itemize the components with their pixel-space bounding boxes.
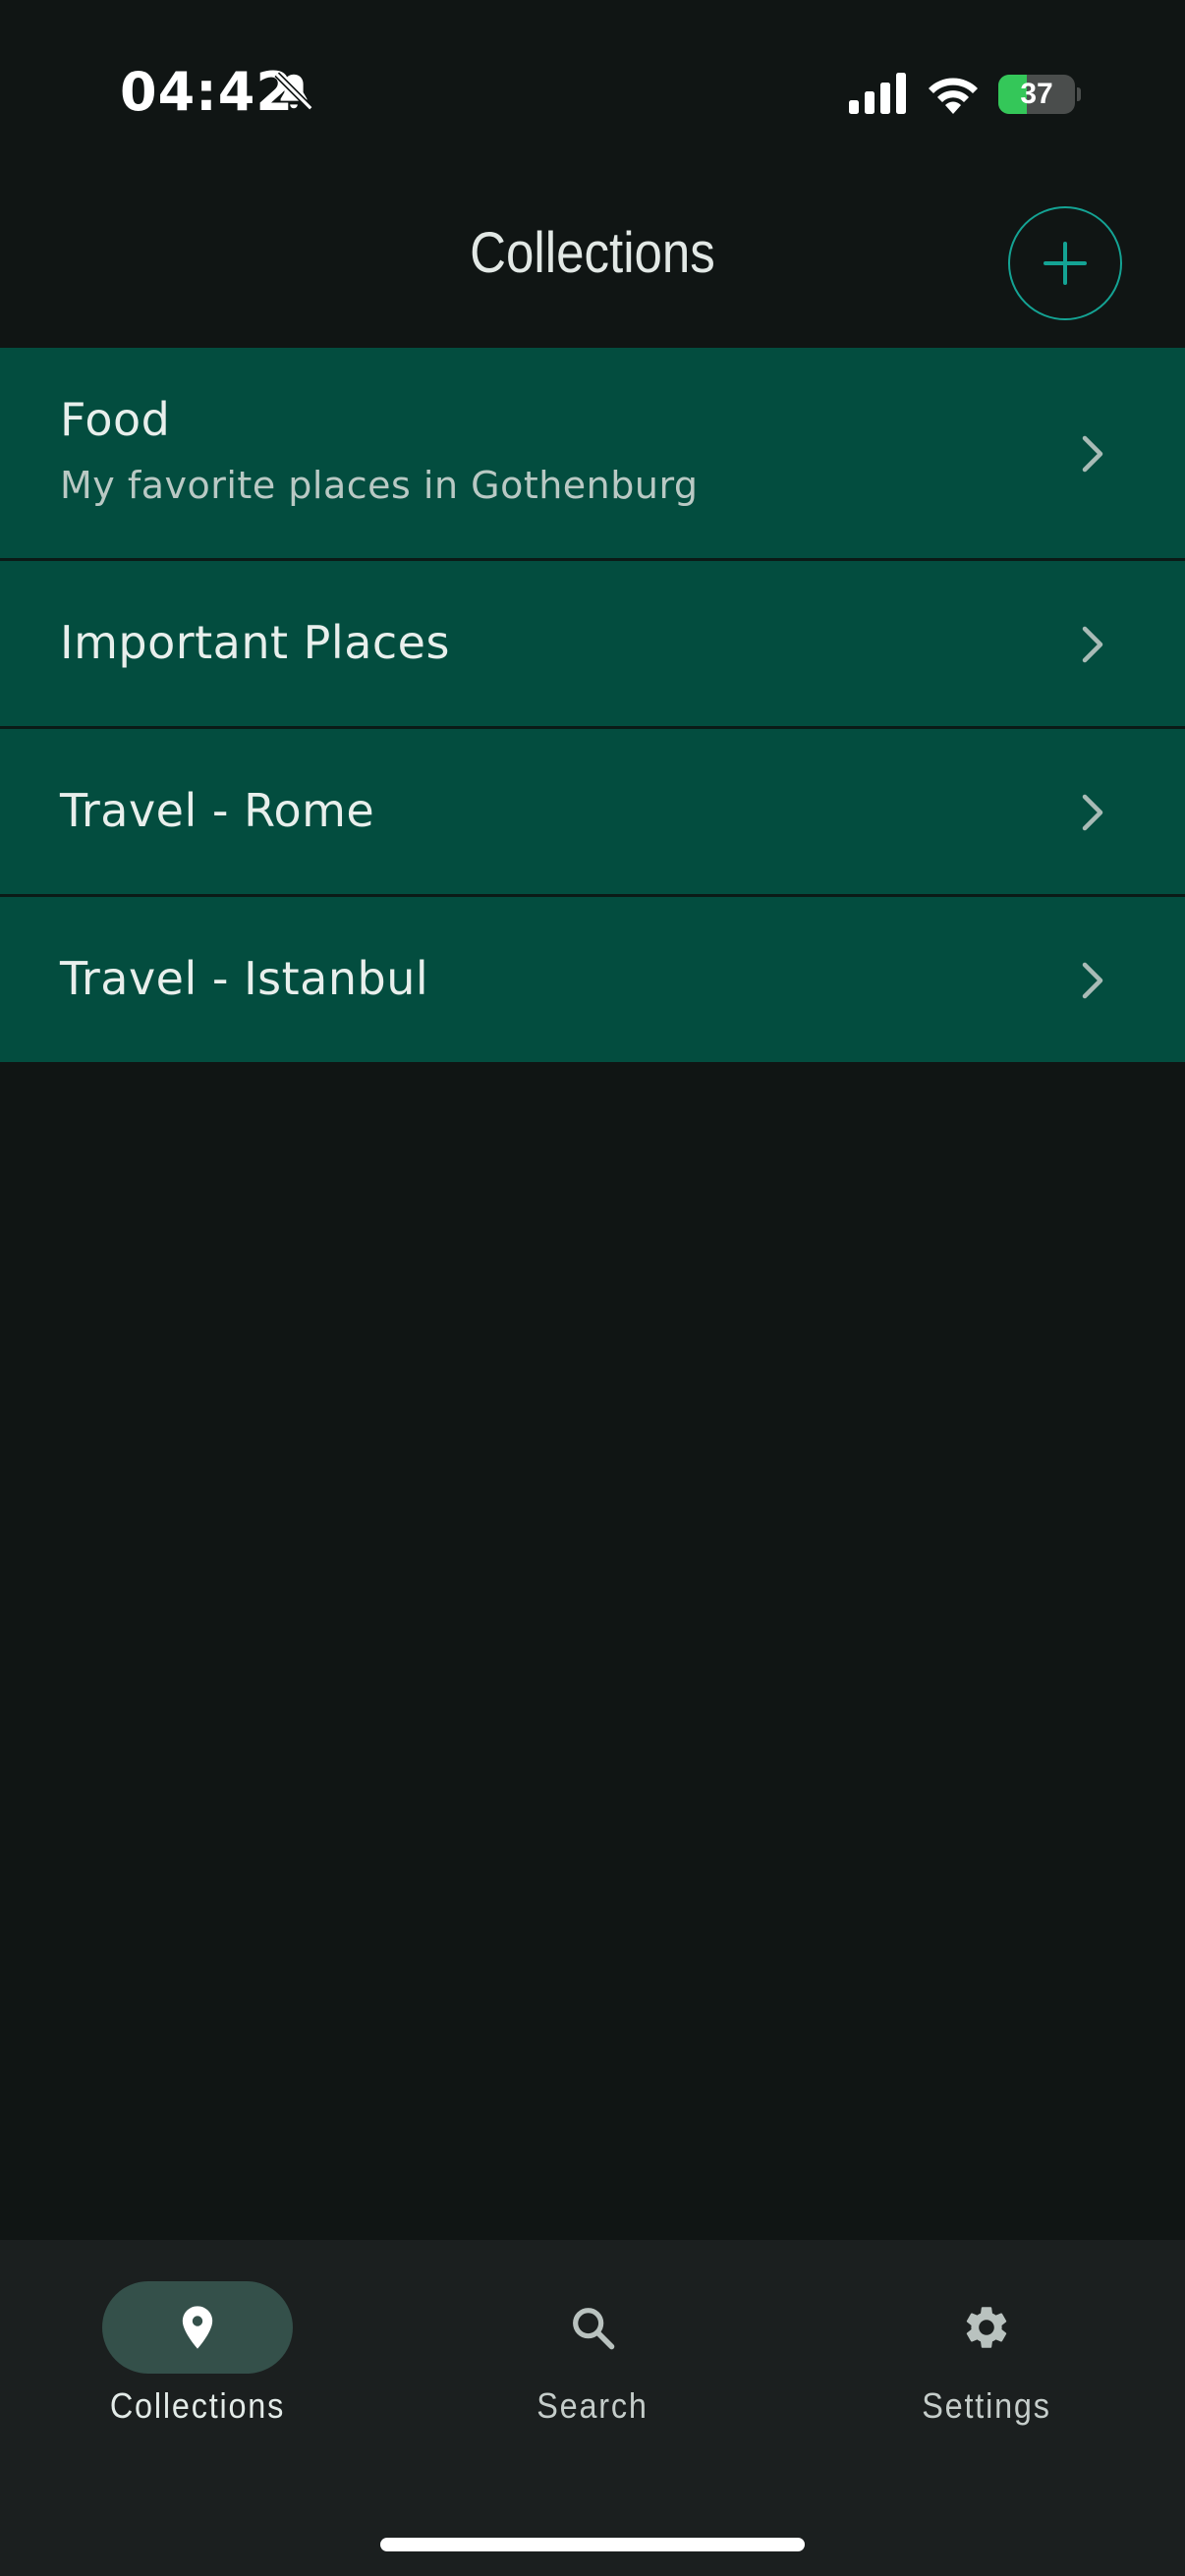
collection-item-important-places[interactable]: Important Places bbox=[0, 561, 1185, 729]
gear-icon bbox=[966, 2307, 1007, 2348]
nav-label-collections: Collections bbox=[109, 2385, 286, 2426]
nav-item-settings[interactable]: Settings bbox=[839, 2279, 1134, 2436]
collection-list: Food My favorite places in Gothenburg Im… bbox=[0, 348, 1185, 1062]
chevron-right-icon bbox=[1082, 794, 1103, 831]
status-time: 04:42 bbox=[120, 61, 294, 123]
nav-label-settings: Settings bbox=[922, 2385, 1051, 2426]
status-bar: 04:42 37 bbox=[0, 0, 1185, 187]
collection-title: Travel - Istanbul bbox=[60, 952, 429, 1005]
add-collection-button[interactable] bbox=[1008, 206, 1122, 320]
bell-off-icon bbox=[274, 72, 313, 111]
search-icon bbox=[573, 2308, 615, 2350]
battery-indicator: 37 bbox=[998, 75, 1081, 114]
bottom-navigation: Collections Search Settings bbox=[0, 2240, 1185, 2576]
plus-icon bbox=[1044, 242, 1087, 285]
battery-level: 37 bbox=[1020, 78, 1053, 110]
nav-item-collections[interactable]: Collections bbox=[50, 2279, 345, 2436]
map-pin-icon bbox=[182, 2306, 213, 2349]
collection-title: Travel - Rome bbox=[60, 784, 375, 837]
nav-item-search[interactable]: Search bbox=[445, 2279, 740, 2436]
page-title: Collections bbox=[470, 221, 715, 285]
home-indicator[interactable] bbox=[380, 2538, 805, 2551]
chevron-right-icon bbox=[1082, 962, 1103, 999]
collection-subtitle: My favorite places in Gothenburg bbox=[60, 464, 699, 507]
chevron-right-icon bbox=[1082, 435, 1103, 473]
collection-item-food[interactable]: Food My favorite places in Gothenburg bbox=[0, 348, 1185, 561]
collection-item-travel-istanbul[interactable]: Travel - Istanbul bbox=[0, 897, 1185, 1062]
chevron-right-icon bbox=[1082, 626, 1103, 663]
wifi-icon bbox=[929, 78, 978, 114]
collection-item-travel-rome[interactable]: Travel - Rome bbox=[0, 729, 1185, 897]
nav-label-search: Search bbox=[536, 2385, 649, 2426]
collection-title: Food bbox=[60, 393, 171, 446]
cellular-signal-icon bbox=[849, 73, 906, 114]
collection-title: Important Places bbox=[60, 616, 450, 669]
